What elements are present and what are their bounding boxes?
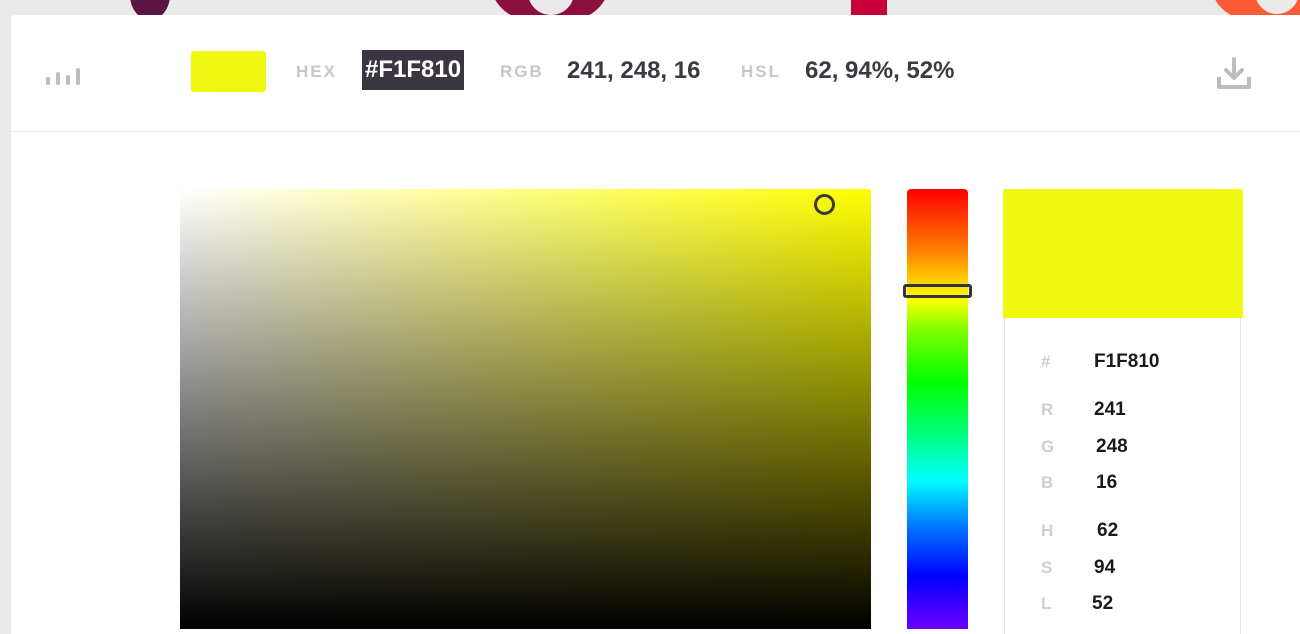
download-icon[interactable]: [1216, 57, 1252, 91]
b-value[interactable]: 16: [1096, 472, 1117, 494]
l-value[interactable]: 52: [1092, 593, 1113, 615]
hsl-label: HSL: [741, 62, 781, 81]
rgb-label: RGB: [500, 62, 544, 81]
h-value[interactable]: 62: [1097, 520, 1118, 542]
r-label: R: [1041, 400, 1054, 419]
hex-label: HEX: [296, 62, 337, 81]
color-toolbar: HEX #F1F810 RGB 241, 248, 16 HSL 62, 94%…: [11, 15, 1300, 132]
h-label: H: [1041, 521, 1054, 540]
hue-slider-handle[interactable]: [903, 284, 972, 298]
saturation-brightness-area[interactable]: [180, 189, 871, 629]
r-value[interactable]: 241: [1094, 399, 1126, 421]
g-label: G: [1041, 437, 1055, 456]
hex-value[interactable]: #F1F810: [362, 50, 465, 90]
hue-slider[interactable]: [907, 189, 968, 629]
current-color-swatch: [191, 51, 266, 92]
b-label: B: [1041, 473, 1054, 492]
l-label: L: [1041, 594, 1052, 613]
rgb-value[interactable]: 241, 248, 16: [567, 57, 700, 85]
g-value[interactable]: 248: [1096, 436, 1128, 458]
hsl-value[interactable]: 62, 94%, 52%: [805, 57, 954, 85]
s-value[interactable]: 94: [1094, 557, 1115, 579]
color-picker-page: HEX #F1F810 RGB 241, 248, 16 HSL 62, 94%…: [0, 0, 1300, 634]
color-preview: [1003, 189, 1243, 318]
bars-chart-icon[interactable]: [46, 65, 84, 85]
hash-label: #: [1041, 352, 1051, 371]
background-swatch: [851, 0, 887, 16]
saturation-brightness-handle[interactable]: [814, 194, 835, 215]
s-label: S: [1041, 558, 1053, 577]
hash-value[interactable]: F1F810: [1094, 351, 1159, 373]
